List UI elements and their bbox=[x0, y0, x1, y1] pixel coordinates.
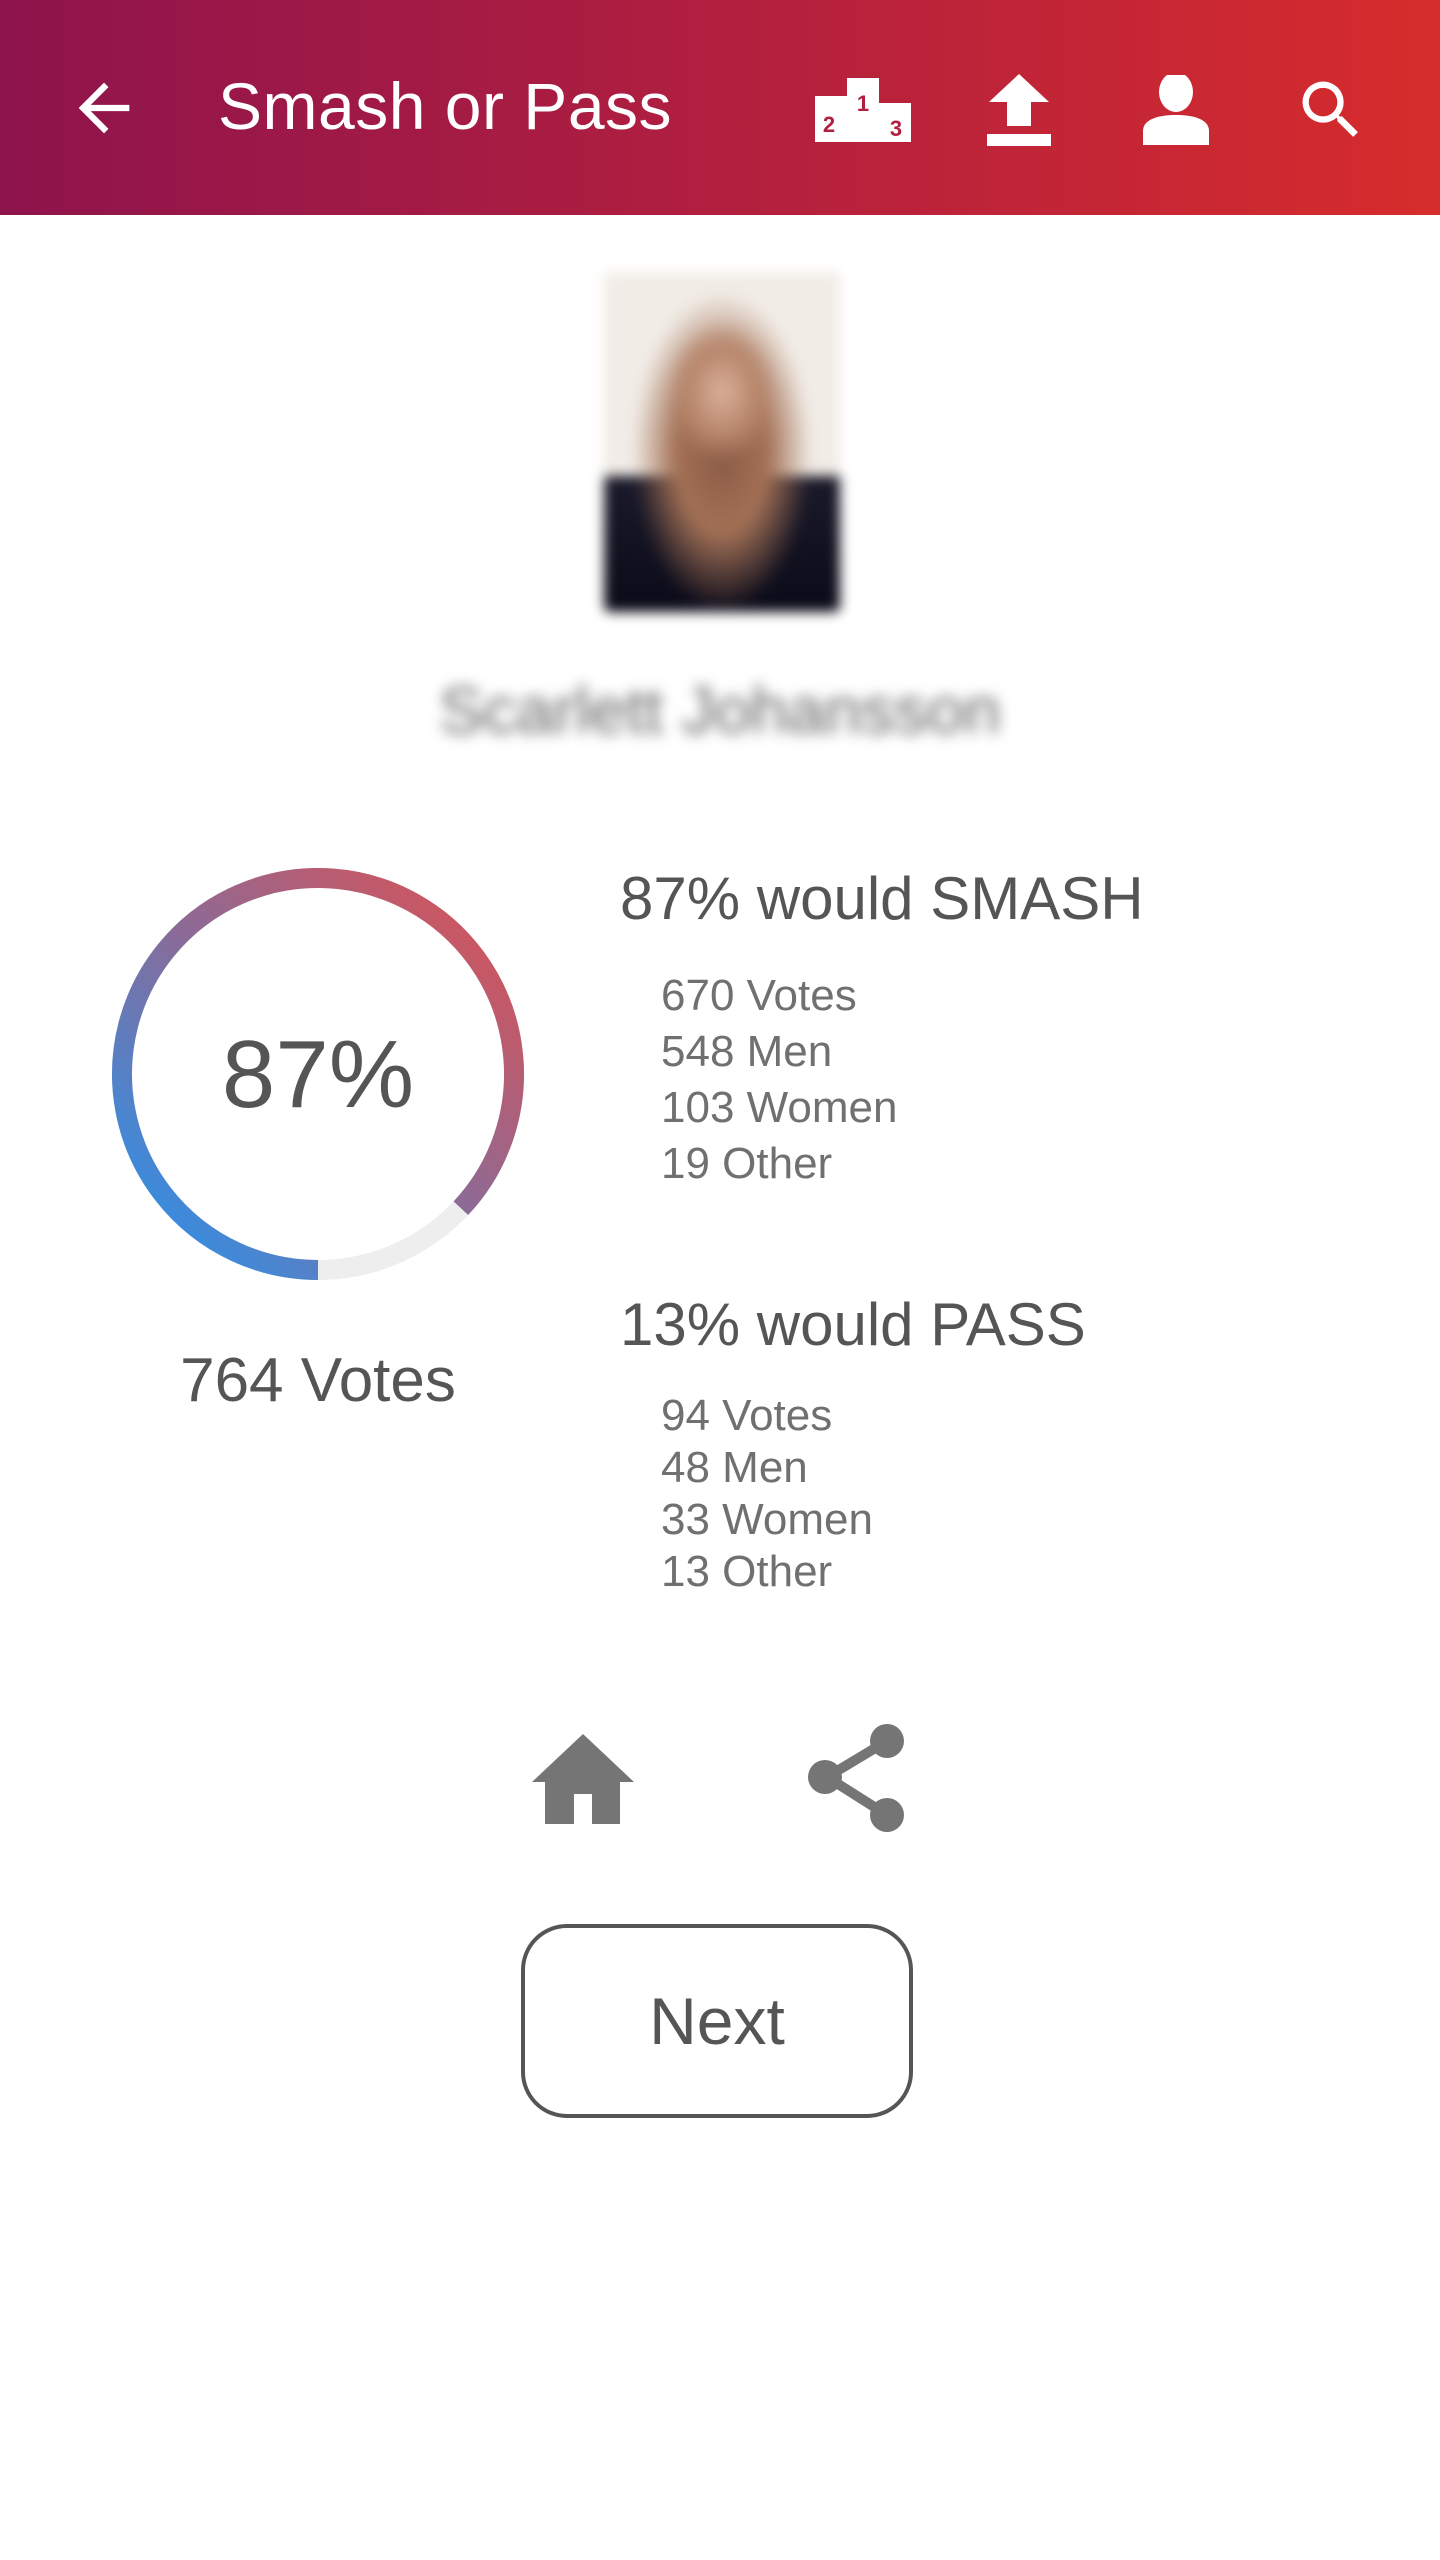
profile-icon bbox=[1143, 75, 1209, 145]
app-title: Smash or Pass bbox=[218, 64, 672, 148]
podium-label-1: 1 bbox=[857, 91, 869, 116]
pass-heading: 13% would PASS bbox=[620, 1291, 1086, 1358]
pass-men: 48 Men bbox=[661, 1443, 808, 1492]
share-button[interactable] bbox=[801, 1722, 911, 1832]
pass-other: 13 Other bbox=[661, 1547, 833, 1596]
pass-women: 33 Women bbox=[661, 1495, 873, 1544]
title-or: or bbox=[444, 69, 505, 143]
profile-photo bbox=[604, 272, 840, 612]
person-name: Scarlett Johansson bbox=[439, 673, 1001, 747]
podium-label-2: 2 bbox=[823, 112, 835, 137]
profile-button[interactable] bbox=[1128, 62, 1224, 158]
upload-button[interactable] bbox=[971, 62, 1067, 158]
total-votes: 764 Votes bbox=[180, 1346, 456, 1415]
leaderboard-button[interactable]: 2 1 3 bbox=[815, 62, 911, 158]
smash-heading: 87% would SMASH bbox=[620, 865, 1144, 932]
pass-votes: 94 Votes bbox=[661, 1391, 833, 1440]
podium-label-3: 3 bbox=[890, 116, 902, 141]
leaderboard-podium-icon: 2 1 3 bbox=[815, 78, 911, 142]
title-smash: Smash bbox=[218, 69, 426, 143]
home-icon bbox=[532, 1734, 634, 1824]
smash-votes: 670 Votes bbox=[661, 971, 857, 1020]
smash-men: 548 Men bbox=[661, 1027, 833, 1076]
back-button[interactable] bbox=[66, 70, 142, 146]
back-arrow-icon bbox=[78, 82, 130, 134]
next-button[interactable]: Next bbox=[521, 1924, 913, 2118]
app-bar: Smash or Pass 2 1 3 bbox=[0, 0, 1440, 215]
share-icon bbox=[808, 1724, 904, 1832]
title-pass: Pass bbox=[523, 69, 673, 143]
smash-women: 103 Women bbox=[661, 1083, 898, 1132]
search-button[interactable] bbox=[1283, 62, 1379, 158]
smash-percent-label: 87% bbox=[221, 1021, 415, 1128]
home-button[interactable] bbox=[528, 1722, 638, 1832]
search-icon bbox=[1302, 81, 1358, 137]
upload-icon bbox=[987, 74, 1051, 146]
smash-other: 19 Other bbox=[661, 1139, 833, 1188]
